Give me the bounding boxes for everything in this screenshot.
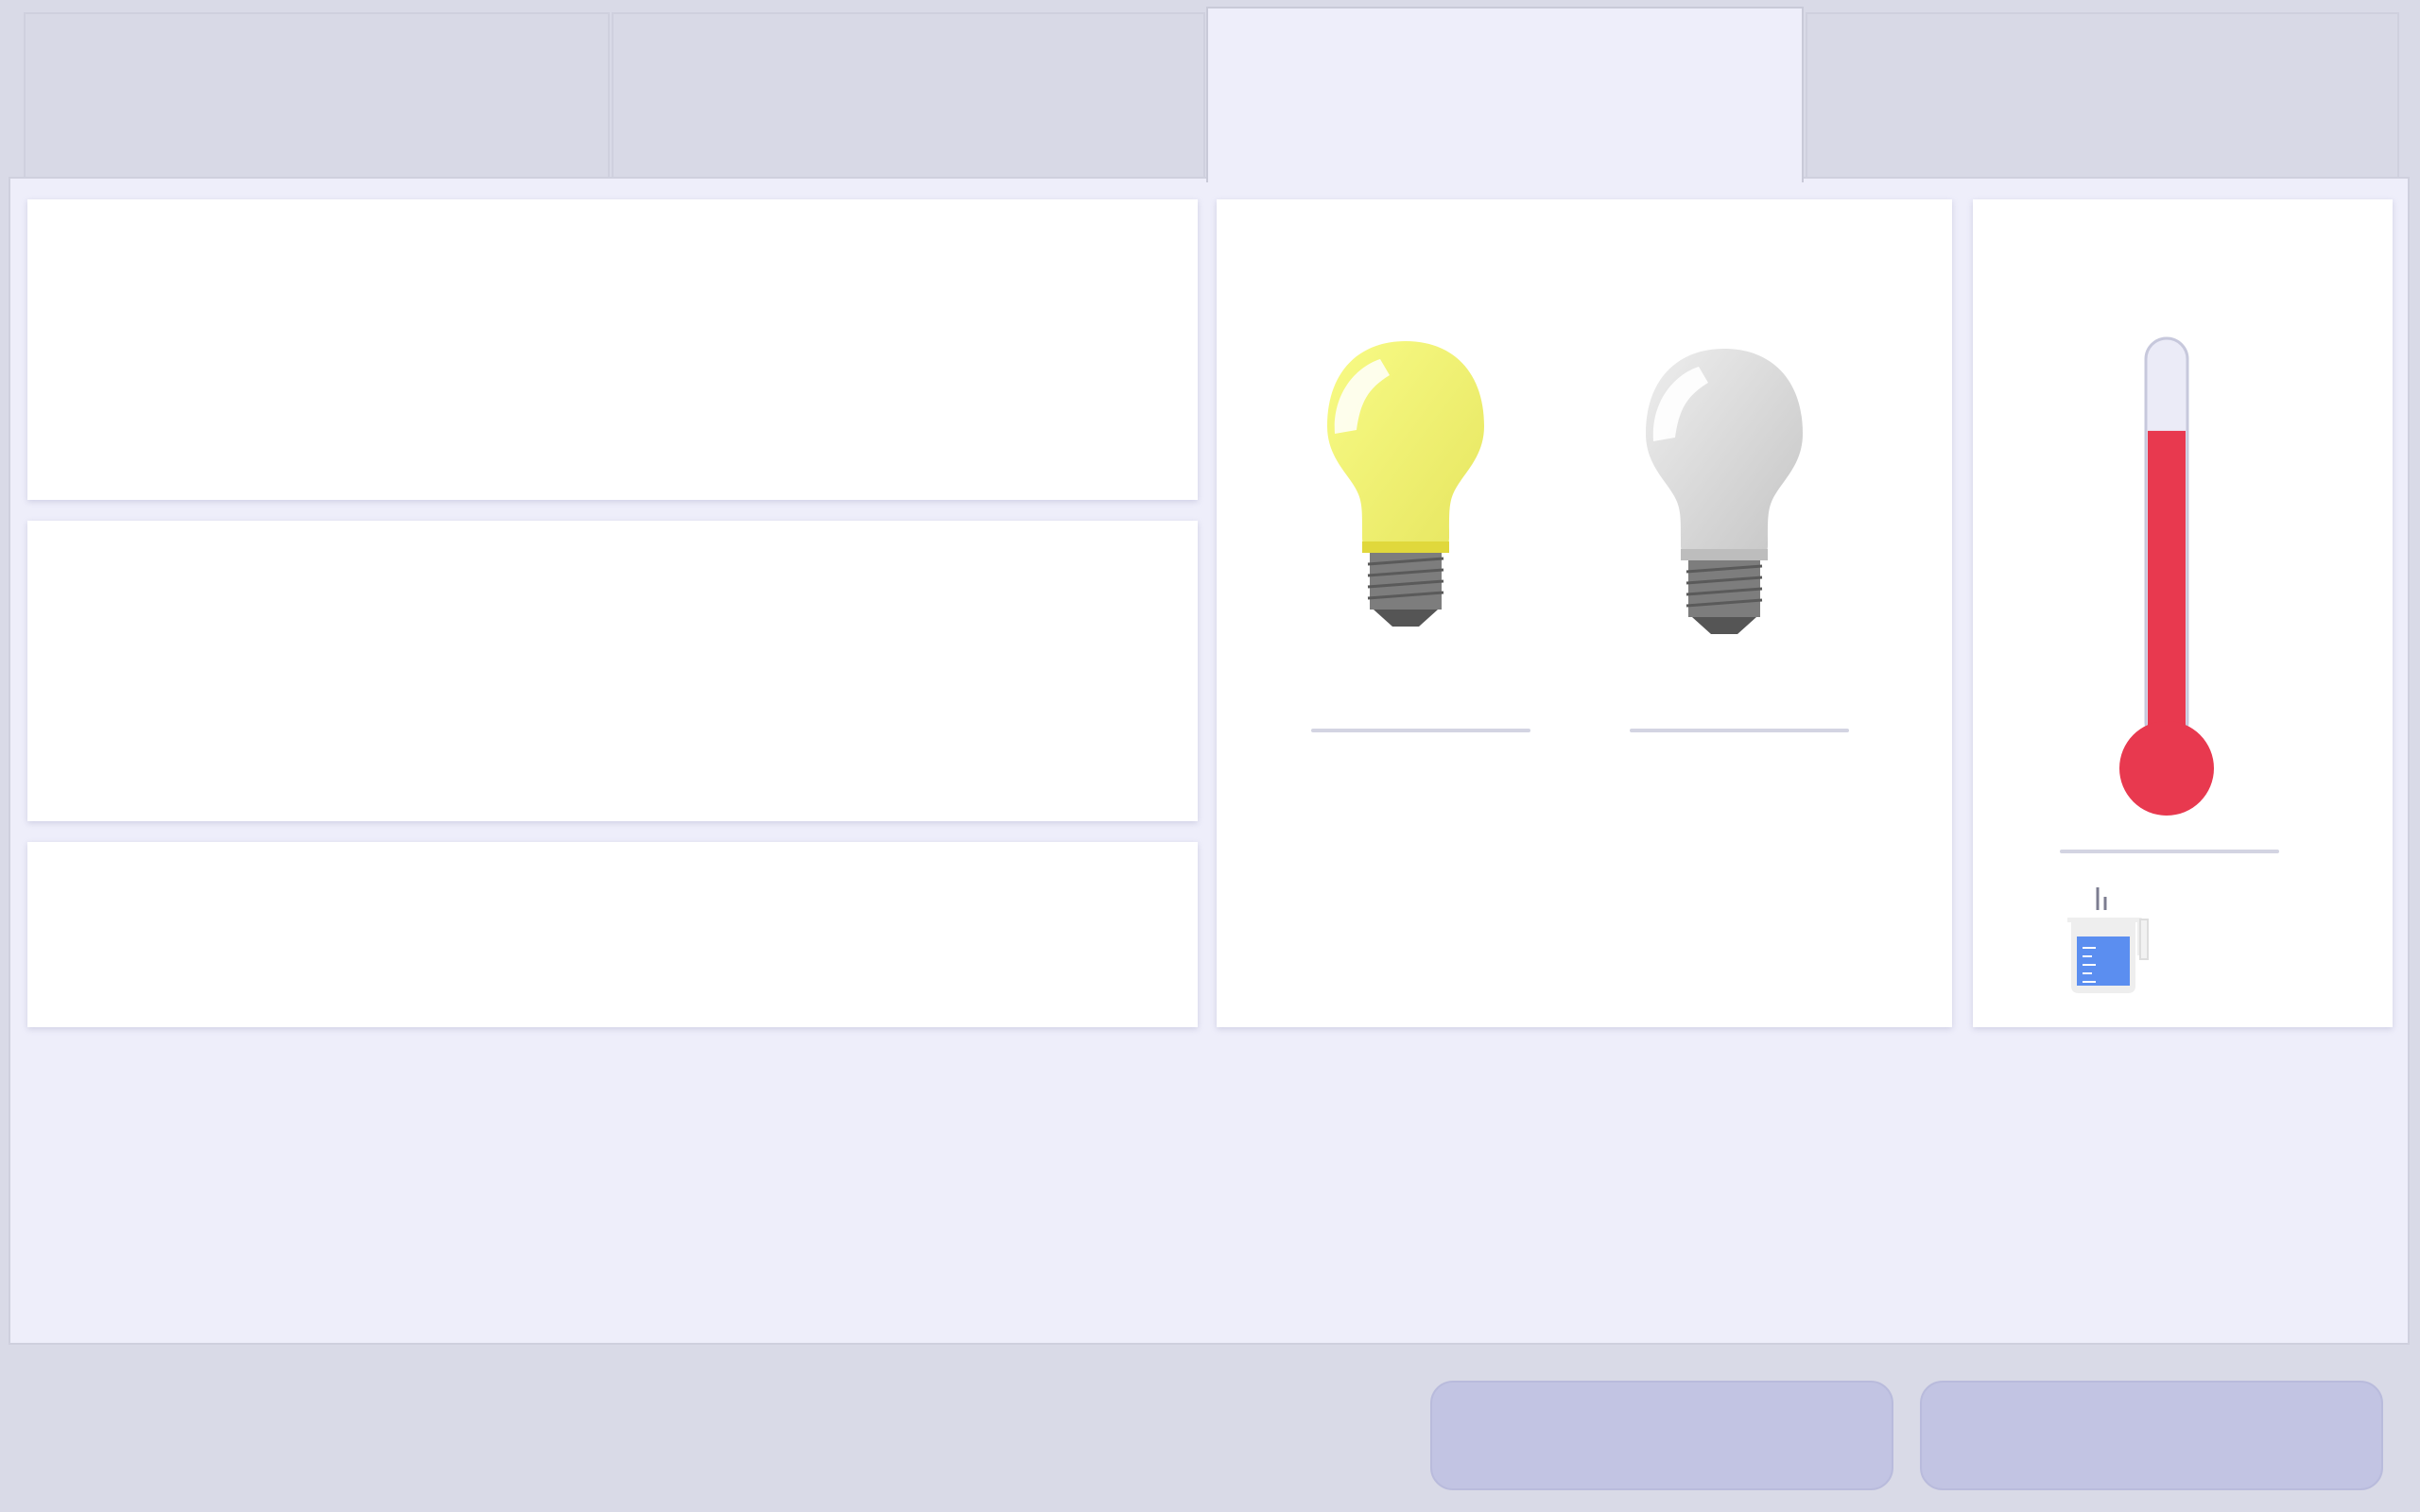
simulation-row-2[interactable] (27, 521, 1198, 821)
thermometer-label-line (2060, 850, 2279, 853)
light-bulbs-card (1217, 199, 1952, 1027)
tab-content-panel (9, 177, 2410, 1345)
lightbulb-off-icon[interactable] (1630, 349, 1819, 670)
action-button-2[interactable] (1920, 1381, 2383, 1490)
bulb-off-label-line (1630, 729, 1849, 732)
tab-2[interactable] (612, 12, 1205, 179)
beaker-icon[interactable] (2060, 880, 2154, 998)
simulation-row-3[interactable] (27, 842, 1198, 1027)
simulation-row-1[interactable] (27, 199, 1198, 500)
bulb-on-label-line (1311, 729, 1530, 732)
tab-3-active[interactable] (1206, 7, 1804, 182)
thermometer-card (1973, 199, 2393, 1027)
action-button-1[interactable] (1430, 1381, 1893, 1490)
lightbulb-on-icon[interactable] (1311, 341, 1500, 662)
thermometer-icon (2119, 336, 2214, 816)
tab-4[interactable] (1806, 12, 2399, 179)
tab-1[interactable] (24, 12, 610, 179)
